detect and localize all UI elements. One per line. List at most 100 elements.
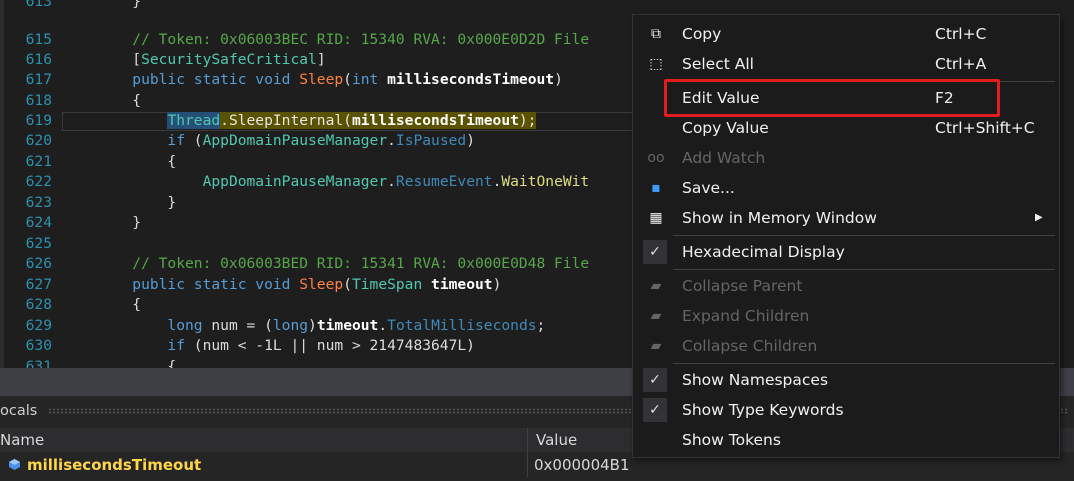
code-token: TotalMilliseconds <box>387 317 537 334</box>
column-header-name[interactable]: Name <box>0 428 527 452</box>
code-text: } <box>62 213 141 233</box>
code-token: Thread <box>167 112 221 129</box>
code-token: { <box>62 92 142 109</box>
code-token: ) <box>554 71 563 88</box>
code-token: ) <box>492 276 502 293</box>
code-token: ) <box>466 132 475 149</box>
menu-item-copy[interactable]: ⧉ Copy Ctrl+C <box>633 19 1059 49</box>
line-number: 624 <box>25 214 52 231</box>
menu-item-hexadecimal-display[interactable]: ✓ Hexadecimal Display <box>633 237 1059 267</box>
menu-item-show-namespaces[interactable]: ✓ Show Namespaces <box>633 365 1059 395</box>
menu-label: Select All <box>682 55 754 73</box>
line-number: 631 <box>25 358 52 368</box>
line-number: 613 <box>25 0 52 10</box>
select-all-icon: ⬚ <box>649 56 663 72</box>
menu-separator <box>673 269 1055 270</box>
code-text: // Token: 0x06003BEC RID: 15340 RVA: 0x0… <box>62 30 589 50</box>
menu-label: Copy <box>682 25 722 43</box>
line-number: 620 <box>25 132 52 149</box>
menu-item-select-all[interactable]: ⬚ Select All Ctrl+A <box>633 49 1059 79</box>
highlight-box <box>664 79 1000 117</box>
menu-label: Show in Memory Window <box>682 209 877 227</box>
menu-item-expand-children: ▰ Expand Children <box>633 301 1059 331</box>
line-number: 621 <box>25 153 52 170</box>
code-token: ( <box>343 71 352 88</box>
column-separator[interactable] <box>527 428 528 477</box>
code-text: if (AppDomainPauseManager.IsPaused) <box>62 131 475 151</box>
variable-value[interactable]: 0x000004B1 <box>534 453 630 477</box>
check-icon: ✓ <box>643 240 667 264</box>
locals-row-name[interactable]: millisecondsTimeout <box>8 453 523 477</box>
code-text: AppDomainPauseManager.ResumeEvent.WaitOn… <box>62 172 590 192</box>
line-number: 622 <box>25 173 52 190</box>
code-token: // Token: 0x06003BEC RID: 15340 RVA: 0x0… <box>62 31 590 48</box>
code-token: Sleep <box>299 71 344 88</box>
menu-shortcut: Ctrl+A <box>935 55 987 73</box>
code-token: SecuritySafeCritical <box>141 51 317 68</box>
menu-label: Collapse Children <box>682 337 818 355</box>
code-token: num = ( <box>211 317 273 334</box>
code-token: millisecondsTimeout <box>351 112 519 129</box>
code-token: ); <box>518 112 537 129</box>
submenu-arrow-icon: ▶ <box>1035 212 1043 223</box>
menu-item-add-watch: oo Add Watch <box>633 143 1059 173</box>
code-token: ; <box>536 317 546 334</box>
code-token: ( <box>193 132 203 149</box>
code-token: ResumeEvent <box>395 173 493 190</box>
menu-shortcut: Ctrl+Shift+C <box>935 119 1035 137</box>
code-token: if <box>62 337 194 354</box>
code-token: } <box>62 0 142 10</box>
code-text: long num = (long)timeout.TotalMillisecon… <box>62 316 545 336</box>
check-icon: ✓ <box>643 368 667 392</box>
code-token: . <box>378 317 388 334</box>
menu-item-show-type-keywords[interactable]: ✓ Show Type Keywords <box>633 395 1059 425</box>
code-token: TimeSpan <box>351 276 432 293</box>
code-text: // Token: 0x06003BED RID: 15341 RVA: 0x0… <box>62 254 589 274</box>
code-token: } <box>62 214 142 231</box>
code-token: [ <box>62 51 142 68</box>
line-number: 619 <box>25 112 52 129</box>
menu-item-collapse-parent: ▰ Collapse Parent <box>633 271 1059 301</box>
code-text: { <box>62 357 176 368</box>
line-number: 628 <box>25 296 52 313</box>
menu-label: Hexadecimal Display <box>682 243 845 261</box>
menu-label: Add Watch <box>682 149 766 167</box>
memory-chip-icon: ▦ <box>649 210 663 226</box>
code-text: { <box>62 152 176 172</box>
menu-item-show-tokens[interactable]: Show Tokens <box>633 425 1059 455</box>
code-text: { <box>62 91 141 111</box>
line-number: 615 <box>25 31 52 48</box>
code-token: (num < -1L || num > 2147483647L) <box>193 337 475 354</box>
code-token: timeout <box>316 317 379 334</box>
menu-item-collapse-children: ▰ Collapse Children <box>633 331 1059 361</box>
code-token: IsPaused <box>395 132 467 149</box>
folder-up-icon: ▰ <box>650 278 662 294</box>
code-token: millisecondsTimeout <box>387 71 555 88</box>
menu-label: Show Tokens <box>682 431 781 449</box>
code-token: long <box>62 317 212 334</box>
menu-item-copy-value[interactable]: Copy Value Ctrl+Shift+C <box>633 113 1059 143</box>
menu-item-show-in-memory[interactable]: ▦ Show in Memory Window ▶ <box>633 203 1059 233</box>
code-token: AppDomainPauseManager <box>202 173 388 190</box>
code-text: public static void Sleep(int millisecond… <box>62 70 563 90</box>
menu-separator <box>673 363 1055 364</box>
menu-label: Expand Children <box>682 307 810 325</box>
line-number: 629 <box>25 317 52 334</box>
line-number: 630 <box>25 337 52 354</box>
menu-label: Save... <box>682 179 735 197</box>
line-number: 625 <box>25 235 52 252</box>
code-token: ) <box>308 317 317 334</box>
code-text: { <box>62 295 141 315</box>
code-text: [SecuritySafeCritical] <box>62 50 325 70</box>
code-token: ( <box>343 276 352 293</box>
line-number: 627 <box>25 276 52 293</box>
code-token: public static void <box>62 71 300 88</box>
code-token: AppDomainPauseManager <box>202 132 388 149</box>
menu-item-save[interactable]: ▪ Save... <box>633 173 1059 203</box>
copy-icon: ⧉ <box>651 26 661 42</box>
menu-label: Show Namespaces <box>682 371 829 389</box>
code-token: long <box>272 317 309 334</box>
code-token: . <box>387 173 396 190</box>
glasses-icon: oo <box>647 150 665 166</box>
